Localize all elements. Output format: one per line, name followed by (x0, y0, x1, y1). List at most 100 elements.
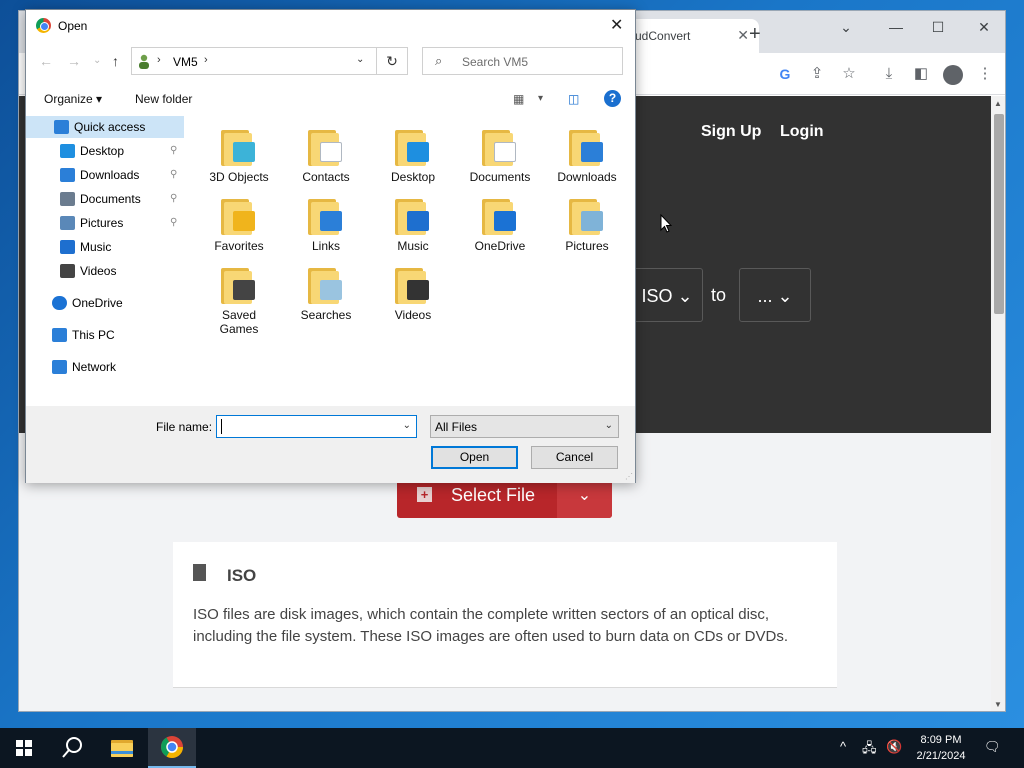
refresh-button[interactable]: ↻ (377, 47, 408, 75)
folder-desktop[interactable]: Desktop (370, 122, 456, 188)
nav-item-this-pc[interactable]: This PC (26, 324, 184, 346)
folder-pictures[interactable]: Pictures (544, 191, 630, 257)
minimize-button[interactable]: — (881, 19, 911, 35)
breadcrumb-vm5[interactable]: VM5 (173, 55, 198, 69)
profile-icon[interactable] (943, 65, 963, 85)
folder-downloads[interactable]: Downloads (544, 122, 630, 188)
folder-label: Music (397, 239, 429, 253)
file-type-dropdown-icon[interactable]: ⌄ (605, 420, 613, 431)
breadcrumb-separator[interactable]: › (204, 54, 208, 66)
address-bar[interactable]: › VM5 › ⌄ (131, 47, 377, 75)
cancel-button[interactable]: Cancel (531, 446, 618, 469)
nav-item-label: Pictures (80, 216, 124, 230)
input-format-dropdown[interactable]: ISO ⌄ (631, 268, 703, 322)
new-tab-button[interactable]: + (749, 23, 761, 46)
folder-videos[interactable]: Videos (370, 260, 456, 326)
chrome-icon (36, 18, 51, 33)
breadcrumb-separator[interactable]: › (157, 54, 161, 66)
back-arrow-icon[interactable]: ← (39, 53, 53, 69)
file-type-select[interactable]: All Files ⌄ (430, 415, 619, 438)
folder-icon (308, 266, 342, 304)
nav-item-videos[interactable]: Videos (26, 260, 184, 282)
chrome-taskbar-button[interactable] (148, 728, 196, 768)
network-icon[interactable]: 🖧 (862, 739, 877, 761)
folder-music[interactable]: Music (370, 191, 456, 257)
new-folder-button[interactable]: New folder (135, 92, 192, 106)
nav-item-onedrive[interactable]: OneDrive (26, 292, 184, 314)
folder-onedrive[interactable]: OneDrive (457, 191, 543, 257)
forward-arrow-icon[interactable]: → (67, 53, 81, 69)
star-icon[interactable]: ☆ (838, 63, 860, 85)
tab-search-icon[interactable]: ⌄ (831, 19, 861, 36)
chrome-icon (161, 736, 183, 758)
dialog-titlebar[interactable]: Open ✕ (26, 10, 635, 42)
tab-close-icon[interactable]: ✕ (737, 27, 749, 44)
search-placeholder: Search VM5 (462, 55, 529, 69)
page-scrollbar[interactable]: ▲ ▼ (991, 96, 1005, 711)
format-info-card: ISO ISO files are disk images, which con… (173, 542, 837, 688)
login-link[interactable]: Login (780, 123, 824, 141)
folder-contacts[interactable]: Contacts (283, 122, 369, 188)
close-window-button[interactable]: ✕ (969, 19, 999, 36)
output-format-dropdown[interactable]: ... ⌄ (739, 268, 811, 322)
up-arrow-icon[interactable]: ↑ (112, 53, 119, 69)
system-clock[interactable]: 8:09 PM 2/21/2024 (906, 732, 976, 764)
dialog-footer: File name: ⌄ All Files ⌄ Open Cancel ⋰ (26, 406, 635, 483)
folder-links[interactable]: Links (283, 191, 369, 257)
folder-searches[interactable]: Searches (283, 260, 369, 326)
nav-item-quick-access[interactable]: Quick access (26, 116, 184, 138)
folder-icon (308, 128, 342, 166)
signup-link[interactable]: Sign Up (701, 123, 761, 141)
nav-item-downloads[interactable]: Downloads ⚲ (26, 164, 184, 186)
scroll-up-icon[interactable]: ▲ (994, 99, 1002, 108)
star-icon (54, 120, 69, 134)
download-icon[interactable]: ⤓ (878, 63, 900, 85)
file-explorer-taskbar-button[interactable] (98, 728, 146, 768)
notifications-icon[interactable]: 🗨 (984, 739, 1001, 755)
folder-3d-objects[interactable]: 3D Objects (196, 122, 282, 188)
search-input[interactable]: ⌕ Search VM5 (422, 47, 623, 75)
nav-item-music[interactable]: Music (26, 236, 184, 258)
resize-grip-icon[interactable]: ⋰ (625, 472, 633, 481)
magnifier-icon (320, 280, 342, 300)
volume-muted-icon[interactable]: 🔇 (886, 739, 902, 755)
dialog-close-button[interactable]: ✕ (610, 15, 623, 35)
help-icon[interactable]: ? (604, 90, 621, 107)
taskbar: ^ 🖧 🔇 8:09 PM 2/21/2024 🗨 (0, 728, 1024, 768)
folder-favorites[interactable]: Favorites (196, 191, 282, 257)
nav-item-desktop[interactable]: Desktop ⚲ (26, 140, 184, 162)
nav-item-network[interactable]: Network (26, 356, 184, 378)
nav-item-label: Music (80, 240, 112, 254)
view-dropdown-icon[interactable]: ▾ (538, 93, 543, 104)
scrollbar-thumb[interactable] (994, 114, 1004, 314)
file-name-input[interactable]: ⌄ (216, 415, 417, 438)
folder-icon (482, 128, 516, 166)
folder-saved-games[interactable]: Saved Games (196, 260, 282, 336)
search-button[interactable] (48, 728, 96, 768)
maximize-button[interactable]: ☐ (923, 19, 953, 36)
folder-icon (395, 128, 429, 166)
open-button[interactable]: Open (431, 446, 518, 469)
nav-item-pictures[interactable]: Pictures ⚲ (26, 212, 184, 234)
view-options-icon[interactable]: ▦ (513, 92, 524, 106)
address-dropdown-icon[interactable]: ⌄ (356, 54, 364, 65)
nav-item-documents[interactable]: Documents ⚲ (26, 188, 184, 210)
menu-icon[interactable]: ⋮ (974, 63, 996, 85)
search-icon: ⌕ (435, 53, 443, 68)
share-icon[interactable]: ⇪ (806, 63, 828, 85)
sidebar-icon[interactable]: ◧ (910, 63, 932, 85)
scroll-down-icon[interactable]: ▼ (994, 700, 1002, 709)
recent-locations-icon[interactable]: ⌄ (93, 55, 101, 66)
cloud-icon (52, 296, 67, 310)
nav-item-label: Videos (80, 264, 117, 278)
folder-documents[interactable]: Documents (457, 122, 543, 188)
browser-tab-cloudconvert[interactable]: udConvert ✕ (621, 19, 759, 53)
preview-pane-icon[interactable]: ◫ (568, 92, 579, 106)
file-name-dropdown-icon[interactable]: ⌄ (403, 420, 411, 431)
tray-overflow-icon[interactable]: ^ (840, 739, 846, 754)
start-button[interactable] (0, 728, 48, 768)
google-icon[interactable]: G (774, 63, 796, 85)
text-caret (221, 419, 222, 434)
document-icon (494, 142, 516, 162)
organize-menu[interactable]: Organize ▾ (44, 92, 102, 106)
